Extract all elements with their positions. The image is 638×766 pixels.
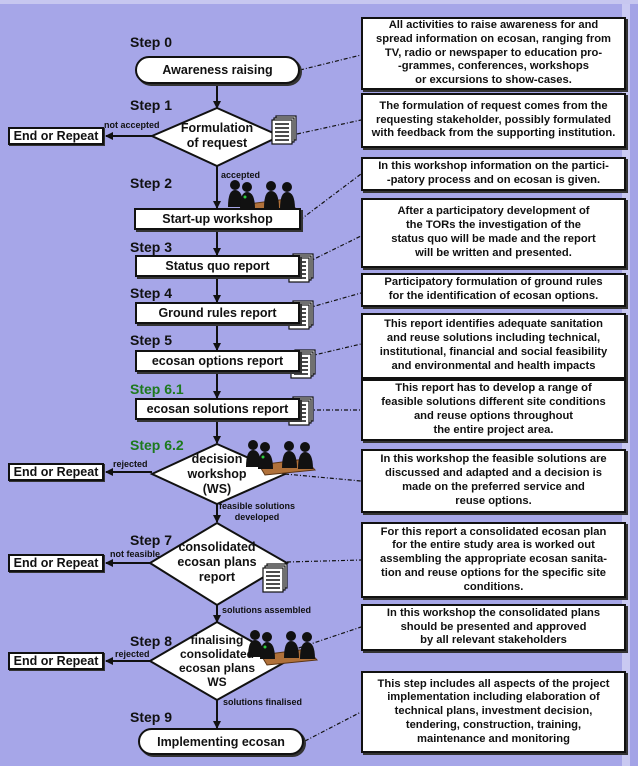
node-ground-rules-report[interactable]: Ground rules report — [135, 302, 300, 324]
step-label-0: Step 0 — [130, 34, 173, 50]
step-label-5: Step 5 — [130, 332, 173, 348]
edge-label-not-feasible: not feasible — [110, 549, 161, 559]
edge-label-accepted: accepted — [221, 170, 261, 180]
description-step0-text: All activities to raise awareness for an… — [376, 19, 611, 87]
edge-label-rejected-8: rejected — [115, 649, 150, 659]
node-formulation-of-request[interactable]: Formulation of request — [165, 112, 269, 160]
description-step4-text: Participatory formulation of ground rule… — [384, 276, 603, 302]
end-or-repeat-step8[interactable]: End or Repeat — [8, 652, 104, 670]
description-step8-text: In this workshop the consolidated plans … — [386, 606, 601, 647]
top-border — [0, 0, 638, 4]
node-decision-workshop[interactable]: decision workshop (WS) — [165, 448, 269, 500]
step-label-2: Step 2 — [130, 175, 173, 191]
step-label-9: Step 9 — [130, 709, 173, 725]
edge-label-solutions-assembled: solutions assembled — [222, 605, 312, 615]
flowchart-canvas: Step 0 Step 1 Step 2 Step 3 Step 4 Step … — [0, 0, 638, 766]
description-step1-text: The formulation of request comes from th… — [371, 99, 616, 140]
node-consolidated-ecosan-plans-report[interactable]: consolidated ecosan plans report — [160, 536, 274, 588]
description-step7-text: For this report a consolidated ecosan pl… — [380, 525, 607, 593]
description-step5: This report identifies adequate sanitati… — [361, 313, 626, 379]
description-step6-2: In this workshop the feasible solutions … — [361, 449, 626, 513]
step-label-6-1: Step 6.1 — [130, 381, 184, 397]
description-step8: In this workshop the consolidated plans … — [361, 604, 626, 651]
node-status-quo-report[interactable]: Status quo report — [135, 255, 300, 277]
description-step2-text: In this workshop information on the part… — [378, 160, 609, 186]
description-step5-text: This report identifies adequate sanitati… — [379, 318, 608, 372]
description-step0: All activities to raise awareness for an… — [361, 17, 626, 90]
end-or-repeat-step1[interactable]: End or Repeat — [8, 127, 104, 145]
description-step4: Participatory formulation of ground rule… — [361, 273, 626, 307]
node-awareness-raising[interactable]: Awareness raising — [135, 56, 300, 84]
description-step1: The formulation of request comes from th… — [361, 93, 626, 148]
description-step6-2-text: In this workshop the feasible solutions … — [380, 453, 607, 507]
end-or-repeat-step7[interactable]: End or Repeat — [8, 554, 104, 572]
node-start-up-workshop[interactable]: Start-up workshop — [134, 208, 301, 230]
step-label-3: Step 3 — [130, 239, 173, 255]
description-step9: This step includes all aspects of the pr… — [361, 671, 626, 753]
edge-label-rejected-6-2: rejected — [113, 459, 148, 469]
node-ecosan-options-report[interactable]: ecosan options report — [135, 350, 300, 372]
edge-label-feasible-solutions: feasible solutions developed — [219, 501, 296, 522]
node-implementing-ecosan[interactable]: Implementing ecosan — [138, 728, 304, 755]
description-step3: After a participatory development of the… — [361, 198, 626, 268]
description-step6-1: This report has to develop a range of fe… — [361, 379, 626, 441]
step-label-4: Step 4 — [130, 285, 173, 301]
node-ecosan-solutions-report[interactable]: ecosan solutions report — [135, 398, 300, 420]
step-label-1: Step 1 — [130, 97, 173, 113]
node-finalising-consolidated-plans-ws[interactable]: finalising consolidated ecosan plans WS — [160, 629, 274, 693]
description-step3-text: After a participatory development of the… — [391, 205, 596, 259]
edge-label-not-accepted: not accepted — [104, 120, 160, 130]
edge-label-solutions-finalised: solutions finalised — [223, 697, 303, 707]
end-or-repeat-step6-2[interactable]: End or Repeat — [8, 463, 104, 481]
description-step2: In this workshop information on the part… — [361, 157, 626, 191]
description-step6-1-text: This report has to develop a range of fe… — [381, 382, 606, 436]
description-step9-text: This step includes all aspects of the pr… — [377, 677, 610, 745]
description-step7: For this report a consolidated ecosan pl… — [361, 522, 626, 598]
